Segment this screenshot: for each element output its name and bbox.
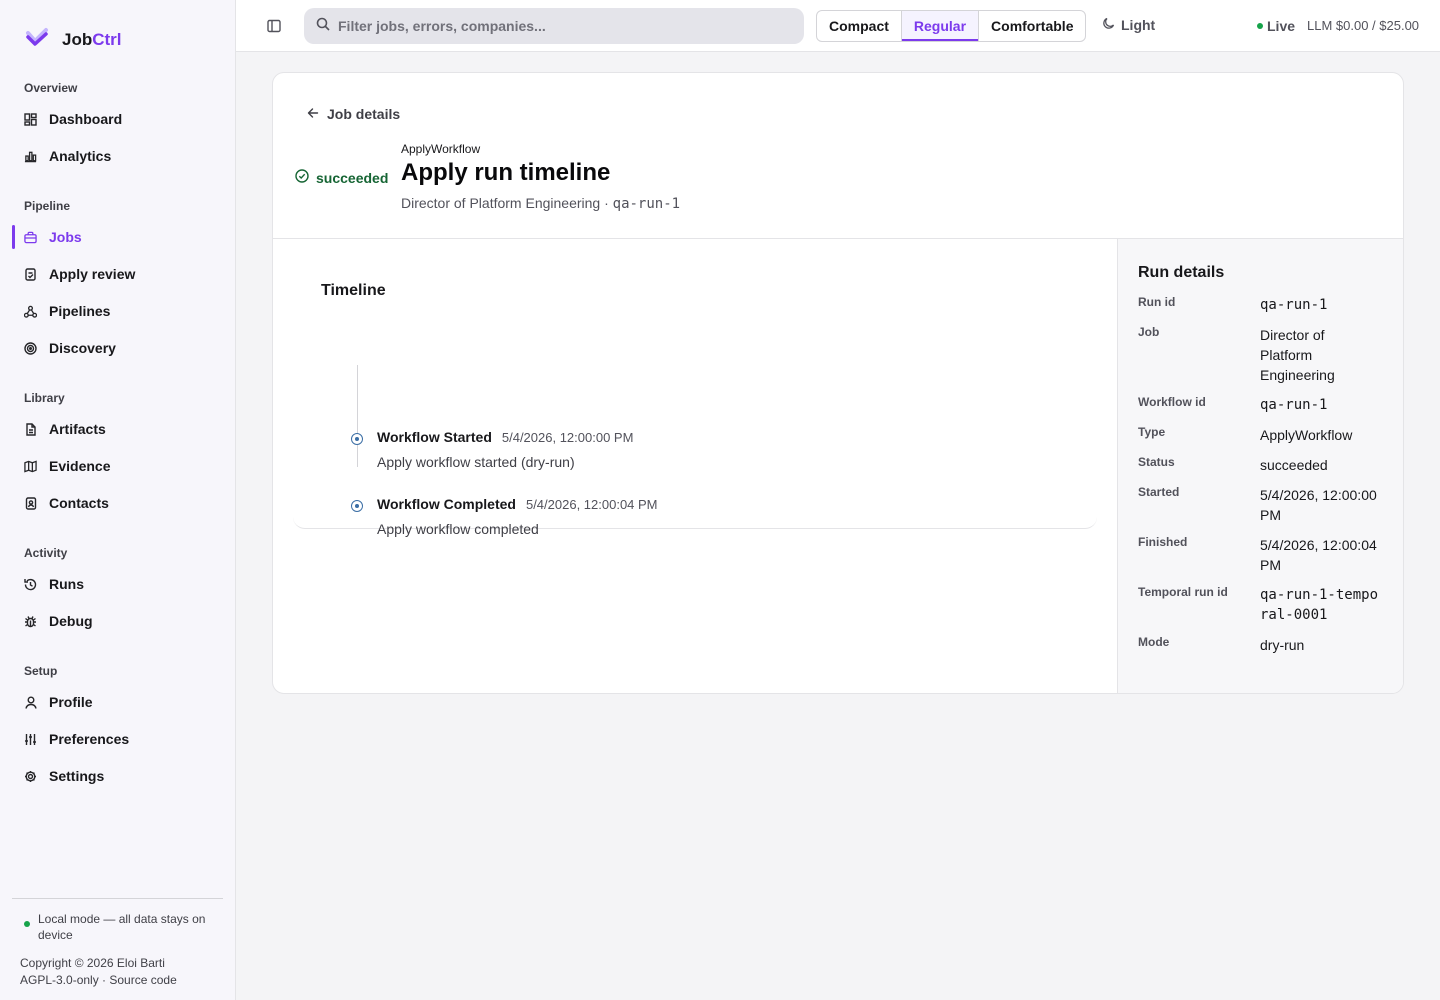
nav-section-activity: Activity (24, 546, 68, 560)
sidebar-item-label: Analytics (49, 148, 112, 164)
sidebar-item-label: Runs (49, 576, 84, 592)
sidebar-item-apply-review[interactable]: Apply review (12, 259, 224, 289)
search-input[interactable] (338, 18, 778, 34)
nav-section-pipeline: Pipeline (24, 199, 71, 213)
search-icon (316, 17, 330, 36)
status-dot-icon (24, 921, 30, 927)
density-compact-button[interactable]: Compact (817, 11, 902, 41)
history-icon (24, 578, 37, 591)
status-badge: succeeded (295, 169, 388, 186)
run-timeline-card: Job details succeeded ApplyWorkflow Appl… (272, 72, 1404, 694)
topbar: Compact Regular Comfortable Light Live L… (236, 0, 1440, 52)
sidebar-item-label: Profile (49, 694, 93, 710)
run-details-title: Run details (1138, 264, 1225, 281)
sidebar-item-preferences[interactable]: Preferences (12, 724, 224, 754)
sidebar-item-label: Jobs (49, 229, 82, 245)
event-time: 5/4/2026, 12:00:00 PM (501, 430, 634, 445)
timeline-title: Timeline (321, 282, 386, 299)
density-comfortable-button[interactable]: Comfortable (979, 11, 1085, 41)
run-details-panel: Run details Run id qa-run-1 Job Director… (1117, 239, 1403, 693)
nav-section-overview: Overview (24, 81, 78, 95)
user-icon (24, 696, 37, 709)
sidebar-item-label: Contacts (49, 495, 109, 511)
sidebar: JobCtrl Overview Dashboard Analytics Pip… (0, 0, 236, 1000)
theme-toggle-button[interactable]: Light (1102, 17, 1155, 33)
page-title: Apply run timeline (401, 159, 611, 186)
logo-icon (24, 24, 50, 55)
sidebar-toggle-icon[interactable] (266, 18, 282, 34)
search-box[interactable] (304, 8, 804, 44)
brand-name: JobCtrl (62, 29, 122, 49)
density-switcher: Compact Regular Comfortable (816, 10, 1087, 42)
brand-logo[interactable]: JobCtrl (24, 24, 122, 55)
sidebar-item-label: Debug (49, 613, 93, 629)
moon-icon (1102, 17, 1115, 33)
sidebar-item-label: Artifacts (49, 421, 106, 437)
document-icon (24, 422, 37, 436)
sidebar-item-artifacts[interactable]: Artifacts (12, 414, 224, 444)
local-mode-notice: Local mode — all data stays on device (24, 911, 214, 943)
workflow-icon (24, 305, 37, 318)
event-name: Workflow Started (377, 429, 492, 445)
copyright: Copyright © 2026 Eloi Barti AGPL-3.0-onl… (20, 956, 177, 989)
sidebar-item-evidence[interactable]: Evidence (12, 451, 224, 481)
sidebar-item-debug[interactable]: Debug (12, 606, 224, 636)
sidebar-item-label: Preferences (49, 731, 130, 747)
arrow-left-icon (307, 106, 319, 122)
map-icon (24, 459, 37, 473)
sidebar-footer: Local mode — all data stays on device Co… (12, 898, 223, 987)
sidebar-item-label: Discovery (49, 340, 116, 356)
event-name: Workflow Completed (377, 496, 516, 512)
sidebar-item-label: Settings (49, 768, 105, 784)
timeline-dot-icon (351, 500, 363, 512)
density-regular-button[interactable]: Regular (901, 11, 980, 41)
page-subtitle: Director of Platform Engineering · qa-ru… (401, 195, 681, 212)
sidebar-item-label: Apply review (49, 266, 136, 282)
workflow-type-label: ApplyWorkflow (401, 142, 481, 156)
event-description: Apply workflow completed (377, 521, 539, 537)
clipboard-check-icon (24, 267, 37, 281)
event-time: 5/4/2026, 12:00:04 PM (525, 497, 658, 512)
check-circle-icon (295, 169, 309, 186)
timeline-panel: Timeline Workflow Started 5/4/2026, 12:0… (293, 239, 1097, 537)
sidebar-item-runs[interactable]: Runs (12, 569, 224, 599)
sliders-icon (24, 733, 37, 746)
sidebar-item-jobs[interactable]: Jobs (12, 222, 224, 252)
sidebar-item-label: Dashboard (49, 111, 123, 127)
license-link[interactable]: AGPL-3.0-only · Source code (20, 972, 177, 989)
timeline-dot-icon (351, 433, 363, 445)
sidebar-item-settings[interactable]: Settings (12, 761, 224, 791)
sidebar-item-pipelines[interactable]: Pipelines (12, 296, 224, 326)
live-indicator: Live (1257, 18, 1295, 34)
sidebar-item-dashboard[interactable]: Dashboard (12, 104, 224, 134)
bar-chart-icon (24, 150, 37, 163)
sidebar-item-profile[interactable]: Profile (12, 687, 224, 717)
sidebar-item-label: Evidence (49, 458, 111, 474)
sidebar-item-analytics[interactable]: Analytics (12, 141, 224, 171)
llm-usage: LLM $0.00 / $25.00 (1307, 18, 1420, 33)
gear-icon (24, 770, 37, 783)
back-to-job-details-link[interactable]: Job details (307, 106, 400, 122)
nav-section-setup: Setup (24, 664, 58, 678)
briefcase-icon (24, 231, 37, 244)
sidebar-item-discovery[interactable]: Discovery (12, 333, 224, 363)
nav-section-library: Library (24, 391, 65, 405)
live-dot-icon (1257, 23, 1263, 29)
sidebar-item-contacts[interactable]: Contacts (12, 488, 224, 518)
dashboard-icon (24, 112, 37, 126)
timeline-line (357, 365, 358, 467)
bug-icon (24, 615, 37, 628)
sidebar-item-label: Pipelines (49, 303, 111, 319)
address-book-icon (24, 496, 37, 510)
event-description: Apply workflow started (dry-run) (377, 454, 575, 470)
radar-icon (24, 341, 37, 355)
